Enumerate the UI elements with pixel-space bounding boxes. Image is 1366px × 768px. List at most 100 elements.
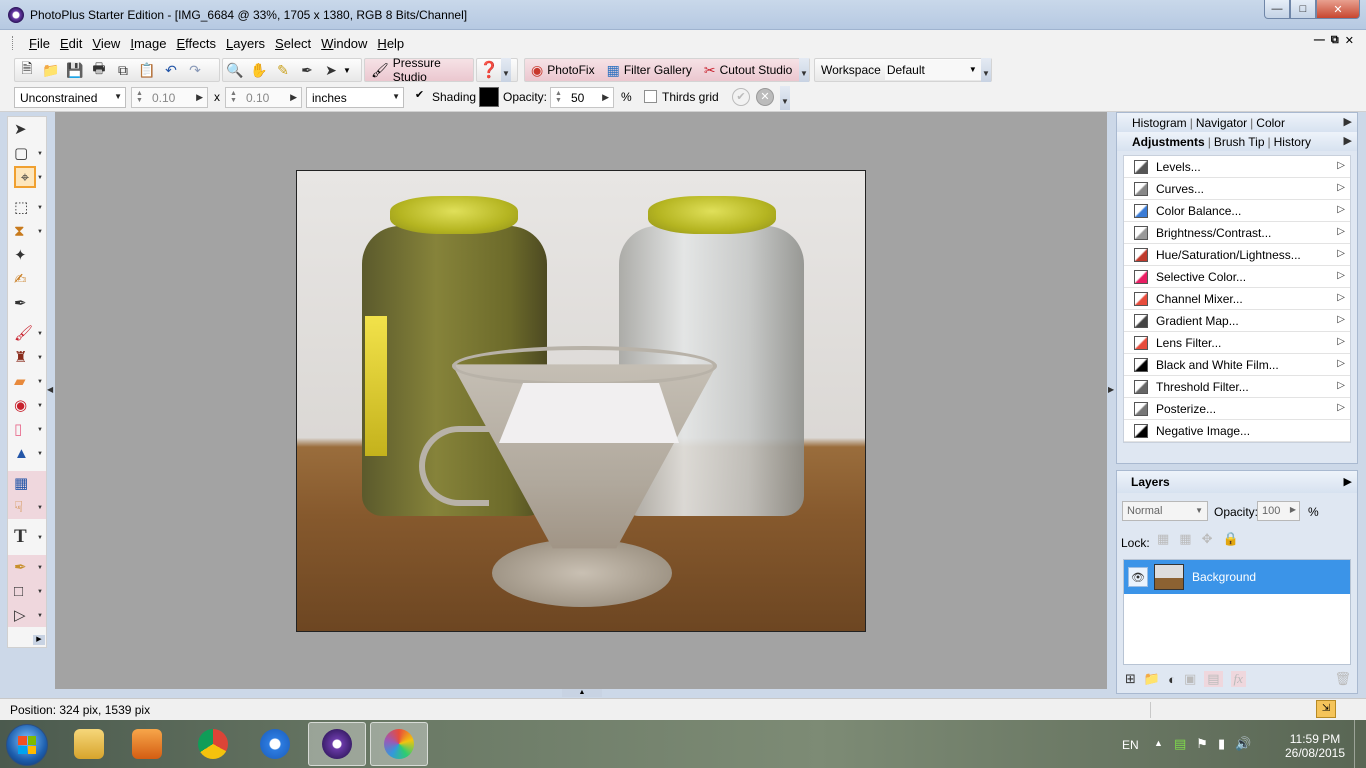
new-file-icon[interactable]: 🗎	[15, 59, 39, 81]
add-adjustment-arrow-icon[interactable]: ▷	[1337, 314, 1345, 325]
expand-panel-icon[interactable]: ▶	[1344, 475, 1352, 488]
eraser-tool[interactable]: ▯ ▼	[8, 417, 46, 441]
adjustment-item[interactable]: Black and White Film... ▷	[1124, 354, 1350, 376]
cancel-icon[interactable]: ✕	[756, 88, 774, 106]
pointer-icon[interactable]: ➤	[319, 59, 343, 81]
add-adjustment-arrow-icon[interactable]: ▷	[1337, 226, 1345, 237]
bottom-splitter-handle[interactable]: ▲	[562, 689, 602, 697]
paintbrush-tool[interactable]: 🖌 ▼	[8, 321, 46, 345]
shading-color-swatch[interactable]	[479, 87, 499, 107]
undo-icon[interactable]: ↶	[159, 59, 183, 81]
spin-right-icon[interactable]: ▶	[602, 92, 609, 103]
tab-histogram[interactable]: Histogram	[1129, 116, 1190, 130]
copy-icon[interactable]: ⧉	[111, 59, 135, 81]
red-eye-tool[interactable]: ◉ ▼	[8, 393, 46, 417]
menu-view[interactable]: View	[87, 36, 125, 51]
pointer-dropdown-icon[interactable]: ▼	[343, 66, 351, 75]
filter-gallery-button[interactable]: ▦ Filter Gallery	[601, 59, 698, 81]
taskbar-clock[interactable]: 11:59 PM 26/08/2015	[1280, 732, 1350, 760]
menu-edit[interactable]: Edit	[55, 36, 87, 51]
adjustment-item[interactable]: Selective Color... ▷	[1124, 266, 1350, 288]
adjustment-item[interactable]: Color Balance... ▷	[1124, 200, 1350, 222]
selection-brush-tool[interactable]: ✍	[8, 267, 46, 291]
photofix-button[interactable]: ◉ PhotoFix	[525, 59, 601, 81]
magic-wand-tool[interactable]: ✦	[8, 243, 46, 267]
text-tool[interactable]: T ▼	[8, 525, 46, 549]
close-button[interactable]: ✕	[1316, 0, 1360, 19]
taskbar-media-player[interactable]	[118, 722, 176, 766]
menu-window[interactable]: Window	[316, 36, 372, 51]
clone-tool[interactable]: ♜ ▼	[8, 345, 46, 369]
maximize-button[interactable]: □	[1290, 0, 1316, 19]
warp-tool[interactable]: ▦	[8, 471, 46, 495]
adjustment-item[interactable]: Lens Filter... ▷	[1124, 332, 1350, 354]
network-icon[interactable]: ▤	[1174, 736, 1186, 752]
open-folder-icon[interactable]: 📁	[39, 59, 63, 81]
taskbar-photoplus[interactable]	[308, 722, 366, 766]
tab-history[interactable]: History	[1271, 135, 1314, 149]
adjustment-item[interactable]: Threshold Filter... ▷	[1124, 376, 1350, 398]
adjustment-item[interactable]: Channel Mixer... ▷	[1124, 288, 1350, 310]
constraint-select[interactable]: Unconstrained ▼	[14, 87, 126, 108]
lock-pixels-icon[interactable]: ▦	[1179, 531, 1191, 547]
hand-icon[interactable]: ✋	[247, 59, 271, 81]
volume-icon[interactable]: 🔊	[1235, 736, 1251, 752]
language-indicator[interactable]: EN	[1122, 738, 1139, 752]
menu-effects[interactable]: Effects	[171, 36, 221, 51]
taskbar-internet-explorer[interactable]	[246, 722, 304, 766]
lock-transparency-icon[interactable]: ▦	[1157, 531, 1169, 547]
patch-tool[interactable]: ▰ ▼	[8, 369, 46, 393]
ruler-icon[interactable]: ✎	[271, 59, 295, 81]
layer-row[interactable]: 👁 Background	[1124, 560, 1350, 594]
show-desktop-button[interactable]	[1354, 720, 1366, 768]
adjustment-item[interactable]: Curves... ▷	[1124, 178, 1350, 200]
pressure-studio-button[interactable]: 🖌 Pressure Studio	[364, 56, 474, 84]
tab-adjustments[interactable]: Adjustments	[1129, 135, 1208, 149]
left-splitter-handle[interactable]: ◀	[47, 385, 53, 425]
doc-restore-button[interactable]: ⧉	[1331, 34, 1339, 47]
expand-panel-icon[interactable]: ▶	[1344, 115, 1352, 128]
selection-tool[interactable]: ⬚ ▼	[8, 195, 46, 219]
pen-tool[interactable]: ✒ ▼	[8, 555, 46, 579]
workspace-select[interactable]: Default ▼	[884, 60, 981, 80]
spin-right-icon[interactable]: ▶	[290, 92, 297, 103]
action-center-icon[interactable]: ⚑	[1196, 736, 1208, 752]
resize-window-icon[interactable]: ⇲	[1316, 700, 1336, 718]
spin-updown-icon[interactable]: ▲ ▼	[555, 90, 562, 104]
commit-icon[interactable]: ✔	[732, 88, 750, 106]
tab-brush-tip[interactable]: Brush Tip	[1211, 135, 1268, 149]
shading-checkbox[interactable]: ✔	[413, 90, 426, 103]
menu-grip[interactable]	[12, 36, 15, 50]
right-splitter-handle[interactable]: ▶	[1108, 385, 1114, 425]
spin-right-icon[interactable]: ▶	[196, 92, 203, 103]
show-hidden-icons-icon[interactable]: ▲	[1154, 738, 1163, 748]
studios-toolbar-dropdown[interactable]: ▼	[799, 58, 809, 82]
layer-opacity-input[interactable]: 100 ▶	[1257, 501, 1300, 521]
cutout-studio-button[interactable]: ✂ Cutout Studio	[698, 59, 798, 81]
workspace-toolbar-dropdown[interactable]: ▼	[981, 58, 991, 82]
menu-file[interactable]: File	[24, 36, 55, 51]
new-layer-icon[interactable]: ⊞	[1125, 671, 1136, 687]
lasso-tool[interactable]: ⧗ ▼	[8, 219, 46, 243]
add-adjustment-arrow-icon[interactable]: ▷	[1337, 204, 1345, 215]
live-filter-icon[interactable]: ▤	[1204, 671, 1223, 687]
smudge-tool[interactable]: ☟ ▼	[8, 495, 46, 519]
taskbar-explorer[interactable]	[60, 722, 118, 766]
color-pickup-icon[interactable]: ✒	[295, 59, 319, 81]
adjustment-item[interactable]: Levels... ▷	[1124, 156, 1350, 178]
color-pickup-tool[interactable]: ✒	[8, 291, 46, 315]
add-adjustment-arrow-icon[interactable]: ▷	[1337, 292, 1345, 303]
context-toolbar-dropdown[interactable]: ▼	[780, 86, 790, 110]
add-adjustment-arrow-icon[interactable]: ▷	[1337, 248, 1345, 259]
lock-position-icon[interactable]: ✥	[1202, 531, 1213, 547]
menu-select[interactable]: Select	[270, 36, 316, 51]
shape-tool[interactable]: □ ▼	[8, 579, 46, 603]
adjustment-layer-icon[interactable]: ◐	[1168, 672, 1176, 687]
menu-help[interactable]: Help	[372, 36, 409, 51]
visibility-eye-icon[interactable]: 👁	[1128, 567, 1148, 587]
mask-icon[interactable]: ▣	[1184, 671, 1196, 687]
start-button[interactable]	[6, 724, 48, 766]
lock-all-icon[interactable]: 🔒	[1223, 531, 1239, 547]
node-edit-tool[interactable]: ▷ ▼	[8, 603, 46, 627]
add-adjustment-arrow-icon[interactable]: ▷	[1337, 270, 1345, 281]
